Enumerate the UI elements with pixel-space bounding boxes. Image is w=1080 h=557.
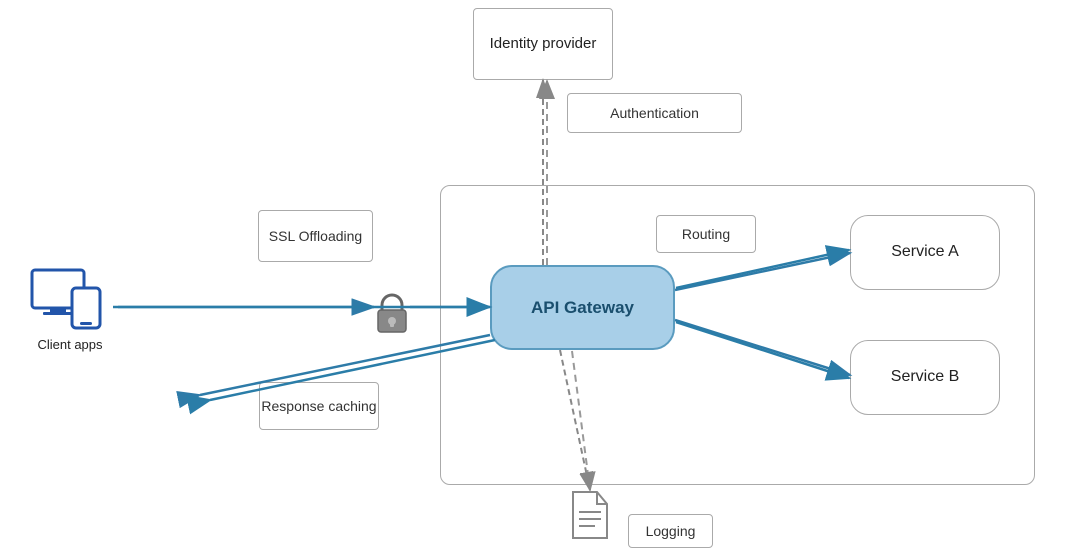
client-apps-icon <box>30 268 110 333</box>
logging-label-box: Logging <box>628 514 713 548</box>
service-a-box: Service A <box>850 215 1000 290</box>
routing-label: Routing <box>682 225 730 243</box>
identity-provider-box: Identity provider <box>473 8 613 80</box>
identity-provider-label: Identity provider <box>490 34 597 54</box>
service-b-box: Service B <box>850 340 1000 415</box>
ssl-offloading-label: SSL Offloading <box>269 227 362 245</box>
response-caching-label-box: Response caching <box>259 382 379 430</box>
client-apps-label: Client apps <box>37 337 102 352</box>
logging-label: Logging <box>646 522 696 540</box>
service-a-label: Service A <box>891 242 959 263</box>
client-apps-group: Client apps <box>30 268 110 352</box>
ssl-offloading-label-box: SSL Offloading <box>258 210 373 262</box>
service-b-label: Service B <box>891 367 959 388</box>
authentication-label-box: Authentication <box>567 93 742 133</box>
lock-icon <box>374 292 410 339</box>
routing-label-box: Routing <box>656 215 756 253</box>
response-caching-label: Response caching <box>261 397 376 415</box>
authentication-label: Authentication <box>610 104 699 122</box>
diagram-container: Identity provider Authentication SSL Off… <box>0 0 1080 557</box>
api-gateway-box: API Gateway <box>490 265 675 350</box>
api-gateway-label: API Gateway <box>531 298 634 318</box>
document-icon <box>567 490 613 547</box>
